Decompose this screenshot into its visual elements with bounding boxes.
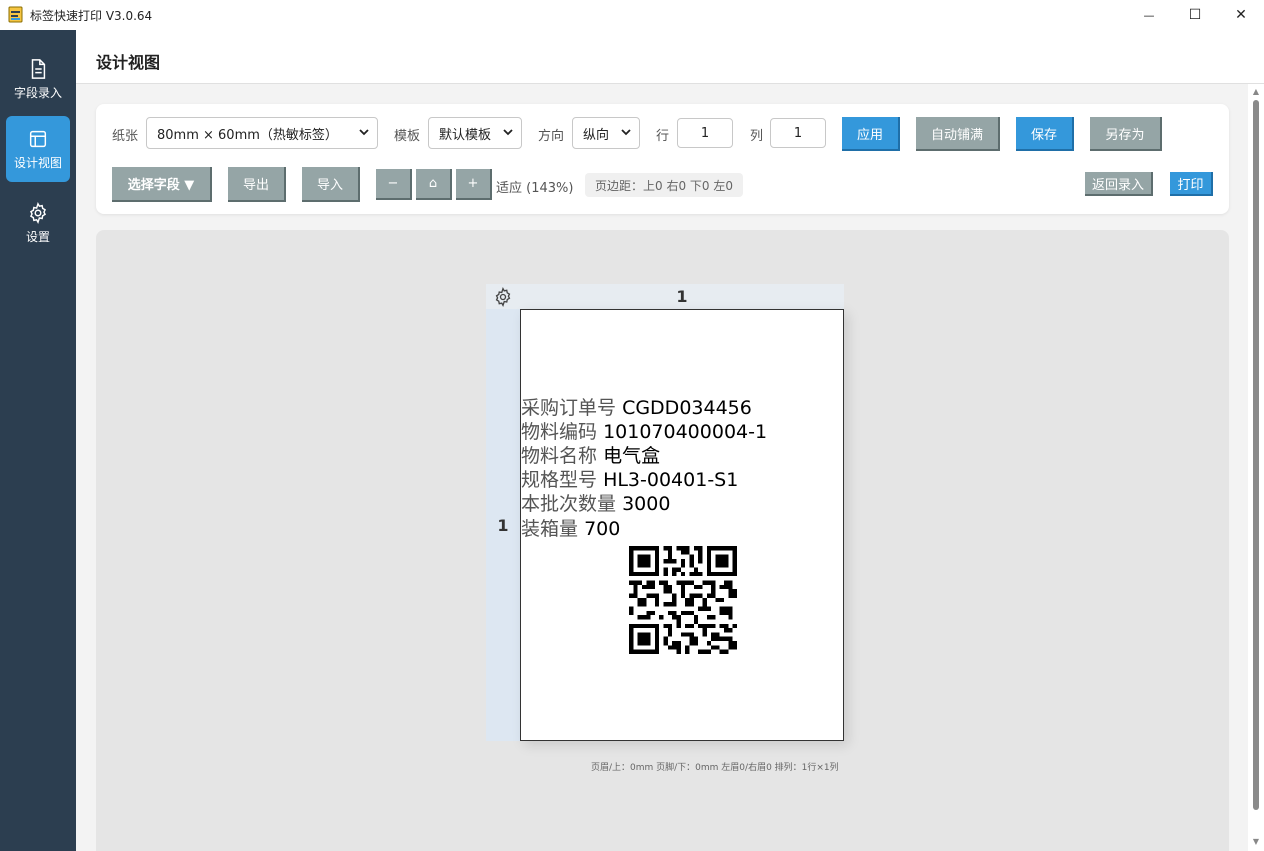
gear-icon [29,201,47,224]
scroll-up-icon[interactable]: ▲ [1251,88,1261,96]
template-label: 模板 [394,129,421,144]
select-field-button[interactable]: 选择字段 ▼ [112,167,212,202]
export-button[interactable]: 导出 [228,167,286,202]
sidebar-item-settings[interactable]: 设置 [6,190,70,256]
field-value: 3000 [622,493,671,515]
zoom-out-button[interactable]: − [376,169,412,200]
label-preview[interactable]: 采购订单号 CGDD034456 物料编码 101070400004-1 物料名… [520,309,844,741]
column-header: 1 [520,284,844,309]
document-icon [31,58,46,79]
label-field-spec-model[interactable]: 规格型号 HL3-00401-S1 [521,468,738,492]
import-button[interactable]: 导入 [302,167,360,202]
sidebar-item-design-view[interactable]: 设计视图 [6,116,70,182]
chevron-down-icon [621,129,631,136]
save-button[interactable]: 保存 [1016,117,1074,151]
main-area: 纸张 80mm × 60mm（热敏标签） 模板 默认模板 方向 纵向 行 1 列… [76,84,1264,851]
sidebar-item-label: 字段录入 [13,85,62,100]
template-select[interactable]: 默认模板 [428,117,522,149]
close-icon: ✕ [1235,7,1247,23]
field-name: 规格型号 [521,469,598,491]
window-title: 标签快速打印 V3.0.64 [30,9,153,23]
rows-input[interactable]: 1 [677,118,733,148]
cols-label: 列 [750,129,764,144]
toolbar: 纸张 80mm × 60mm（热敏标签） 模板 默认模板 方向 纵向 行 1 列… [96,104,1229,214]
paper-select[interactable]: 80mm × 60mm（热敏标签） [146,117,378,149]
page-header: 设计视图 [76,30,1264,84]
zoom-reset-button[interactable]: ⌂ [416,169,452,200]
label-field-batch-quantity[interactable]: 本批次数量 3000 [521,492,670,516]
orientation-select[interactable]: 纵向 [572,117,640,149]
print-button[interactable]: 打印 [1170,172,1213,196]
chevron-down-icon [359,129,369,136]
paper-label: 纸张 [112,129,139,144]
field-name: 本批次数量 [521,493,617,515]
gear-icon [495,286,511,307]
sidebar: 字段录入 设计视图 设置 [0,30,76,851]
zoom-level-text: 适应 (143%) [496,181,574,196]
orientation-select-value: 纵向 [583,127,610,143]
field-name: 装箱量 [521,518,579,540]
label-field-po-number[interactable]: 采购订单号 CGDD034456 [521,396,752,420]
page-title: 设计视图 [96,53,161,72]
row-header: 1 [486,309,520,741]
grid-settings-button[interactable] [486,284,520,309]
layout-status-text: 页眉/上：0mm 页脚/下：0mm 左眉0/右眉0 排列：1行×1列 [591,763,839,773]
minimize-button[interactable]: — [1126,0,1172,30]
orientation-label: 方向 [538,129,565,144]
save-as-button[interactable]: 另存为 [1090,117,1162,151]
cols-input[interactable]: 1 [770,118,826,148]
scroll-thumb[interactable] [1253,100,1259,810]
label-field-material-name[interactable]: 物料名称 电气盒 [521,444,660,468]
field-value: HL3-00401-S1 [603,469,739,491]
field-value: 电气盒 [603,445,661,467]
design-canvas: 1 1 采购订单号 CGDD034456 物料编码 101070400004-1… [96,230,1229,851]
app-icon [8,6,23,23]
margins-info: 页边距：上0 右0 下0 左0 [585,173,743,197]
field-value: 101070400004-1 [603,421,768,443]
chevron-down-icon [503,129,513,136]
sidebar-item-label: 设计视图 [13,155,62,170]
label-field-pack-quantity[interactable]: 装箱量 700 [521,517,620,541]
title-bar: 标签快速打印 V3.0.64 — ☐ ✕ [0,0,1264,30]
maximize-button[interactable]: ☐ [1172,0,1218,30]
sidebar-item-field-entry[interactable]: 字段录入 [6,46,70,112]
apply-button[interactable]: 应用 [842,117,900,151]
paper-select-value: 80mm × 60mm（热敏标签） [157,127,338,143]
field-name: 物料编码 [521,421,598,443]
close-button[interactable]: ✕ [1218,0,1264,30]
template-select-value: 默认模板 [439,127,492,143]
qr-code[interactable] [629,546,737,654]
label-field-material-code[interactable]: 物料编码 101070400004-1 [521,420,767,444]
rows-label: 行 [656,129,670,144]
auto-fill-button[interactable]: 自动铺满 [916,117,1000,151]
field-value: CGDD034456 [622,397,752,419]
layout-icon [29,130,47,147]
sidebar-item-label: 设置 [25,229,50,244]
back-to-entry-button[interactable]: 返回录入 [1085,172,1153,196]
field-name: 物料名称 [521,445,598,467]
zoom-in-button[interactable]: + [456,169,492,200]
vertical-scrollbar[interactable]: ▲ ▼ [1248,84,1264,851]
minimize-icon: — [1143,8,1155,22]
field-name: 采购订单号 [521,397,617,419]
field-value: 700 [584,518,621,540]
scroll-down-icon[interactable]: ▼ [1251,838,1261,846]
maximize-icon: ☐ [1188,7,1202,23]
